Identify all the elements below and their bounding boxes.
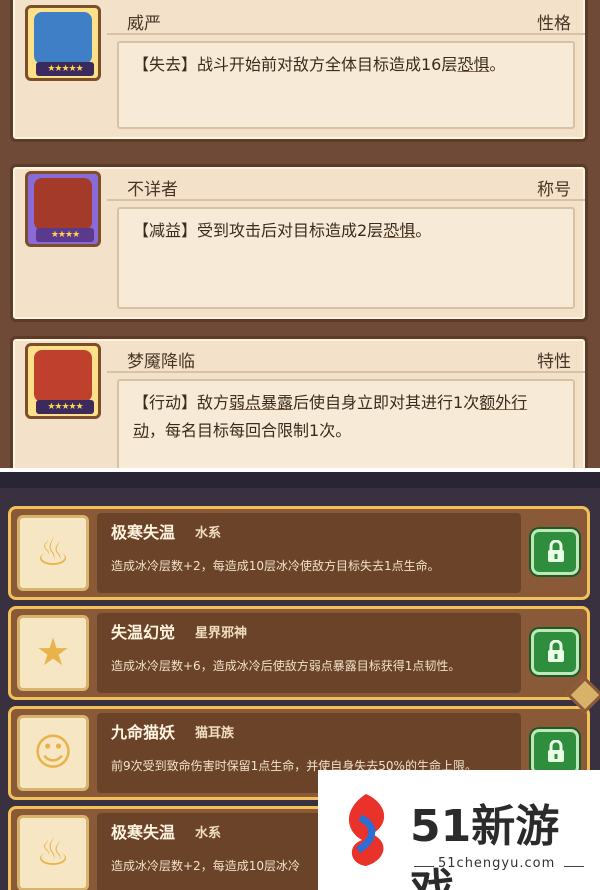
skill-desc: 造成冰冷层数+2，每造成10层冰冷使敌方目标失去1点生命。 (111, 559, 440, 573)
trait-kind: 特性 (537, 352, 571, 372)
flame-icon: ♨ (17, 515, 89, 591)
hero-face-icon (34, 12, 92, 64)
trait-header: 梦魇降临 特性 (107, 345, 585, 373)
lock-button[interactable] (531, 529, 579, 575)
lock-icon (548, 540, 564, 562)
keyword-link[interactable]: 恐惧 (457, 55, 489, 74)
skill-info: 失温幻觉 星界邪神 造成冰冷层数+6，造成冰冷后使敌方弱点暴露目标获得1点韧性。 (97, 613, 521, 693)
keyword-link[interactable]: 弱点暴露 (229, 393, 293, 412)
trait-desc-text: 后使自身立即对其进行1次 (293, 393, 480, 412)
trait-kind: 性格 (537, 14, 571, 34)
skill-title: 极寒失温 (111, 823, 176, 842)
star-rating: ★★★★★ (36, 400, 94, 414)
flame-icon: ♨ (17, 815, 89, 890)
divider (564, 866, 584, 867)
skill-row[interactable]: ♨ 极寒失温 水系 造成冰冷层数+2，每造成10层冰冷使敌方目标失去1点生命。 (8, 506, 590, 600)
trait-card[interactable]: ★★★★ 不详者 称号 【减益】受到攻击后对目标造成2层恐惧。 (10, 164, 588, 322)
trait-description: 【减益】受到攻击后对目标造成2层恐惧。 (117, 207, 575, 309)
trait-description: 【失去】战斗开始前对敌方全体目标造成16层恐惧。 (117, 41, 575, 129)
domain-text: 51chengyu.com (438, 856, 556, 871)
trait-name: 威严 (127, 14, 161, 34)
trait-header: 不详者 称号 (107, 173, 585, 201)
skill-tag: 猫耳族 (195, 726, 235, 741)
panel-top-strip (0, 472, 600, 488)
lock-icon (548, 740, 564, 762)
lock-button[interactable] (531, 729, 579, 775)
brand-text: 51新游戏 (410, 801, 560, 890)
keyword-link[interactable]: 恐惧 (383, 221, 415, 240)
hero-portrait: ★★★★ (25, 171, 101, 247)
trait-description: 【行动】敌方弱点暴露后使自身立即对其进行1次额外行动，每名目标每回合限制1次。 (117, 379, 575, 468)
hero-portrait: ★★★★★ (25, 5, 101, 81)
skill-info: 极寒失温 水系 造成冰冷层数+2，每造成10层冰冷使敌方目标失去1点生命。 (97, 513, 521, 593)
star-icon: ★ (17, 615, 89, 691)
star-rating: ★★★★★ (36, 62, 94, 76)
trait-desc-text: 【失去】战斗开始前对敌方全体目标造成16层 (133, 55, 458, 74)
hero-portrait: ★★★★★ (25, 343, 101, 419)
trait-panel: ★★★★★ 威严 性格 【失去】战斗开始前对敌方全体目标造成16层恐惧。 ★★★… (0, 0, 600, 468)
trait-name: 梦魇降临 (127, 352, 195, 372)
trait-desc-text: 【减益】受到攻击后对目标造成2层 (133, 221, 384, 240)
logo-icon (348, 794, 385, 866)
skill-title: 九命猫妖 (111, 723, 176, 742)
trait-desc-text: 。 (415, 221, 432, 240)
divider (414, 866, 434, 867)
watermark: 51新游戏 51chengyu.com (318, 770, 600, 890)
lock-button[interactable] (531, 629, 579, 675)
trait-header: 威严 性格 (107, 7, 585, 35)
trait-card[interactable]: ★★★★★ 威严 性格 【失去】战斗开始前对敌方全体目标造成16层恐惧。 (10, 0, 588, 142)
star-rating: ★★★★ (36, 228, 94, 242)
skill-tag: 水系 (195, 526, 222, 541)
lock-icon (548, 640, 564, 662)
skill-desc: 造成冰冷层数+2，每造成10层冰冷 (111, 859, 300, 873)
skill-tag: 水系 (195, 826, 222, 841)
skill-title: 失温幻觉 (111, 623, 176, 642)
hero-face-icon (34, 178, 92, 230)
skill-desc: 造成冰冷层数+6，造成冰冷后使敌方弱点暴露目标获得1点韧性。 (111, 659, 461, 673)
skill-tag: 星界邪神 (195, 626, 248, 641)
skill-title: 极寒失温 (111, 523, 176, 542)
hero-face-icon (34, 350, 92, 402)
trait-card[interactable]: ★★★★★ 梦魇降临 特性 【行动】敌方弱点暴露后使自身立即对其进行1次额外行动… (10, 336, 588, 468)
trait-desc-text: 【行动】敌方 (133, 393, 230, 412)
skill-row[interactable]: ★ 失温幻觉 星界邪神 造成冰冷层数+6，造成冰冷后使敌方弱点暴露目标获得1点韧… (8, 606, 590, 700)
cat-icon: ☺ (17, 715, 89, 791)
trait-desc-text: 。 (489, 55, 506, 74)
trait-kind: 称号 (537, 180, 571, 200)
trait-name: 不详者 (127, 180, 178, 200)
trait-desc-text: ，每名目标每回合限制1次。 (149, 421, 352, 440)
